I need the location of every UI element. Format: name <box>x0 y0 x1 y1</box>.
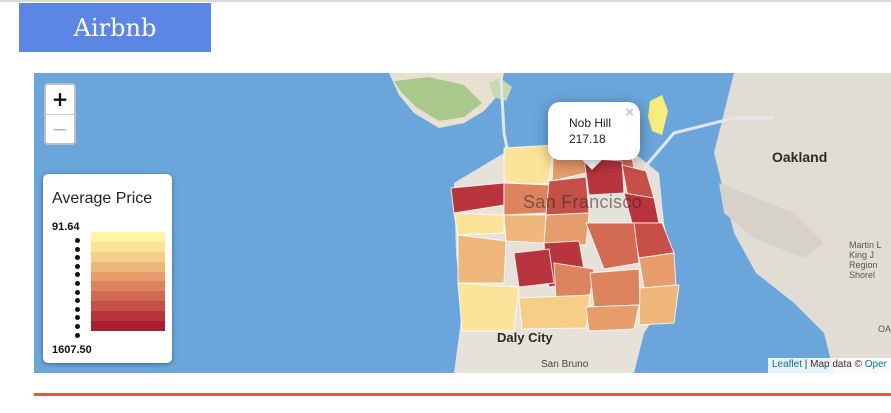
hood-potrero <box>638 252 677 289</box>
hood-presidio <box>503 144 555 186</box>
legend-dot <box>75 263 80 269</box>
map-container[interactable]: + − San Francisco Oakland Daly City San … <box>34 73 891 373</box>
legend-dot <box>75 255 80 261</box>
legend-swatch <box>91 291 165 302</box>
hood-outer-sunset <box>457 282 520 332</box>
label-martin-luther-king-shoreline: Martin L King J Region Shorel <box>849 240 882 280</box>
popup-close-button[interactable]: × <box>625 104 634 121</box>
legend-dot <box>75 246 80 252</box>
attribution-separator: | Map data © <box>801 359 865 370</box>
label-san-francisco: San Francisco <box>523 192 642 212</box>
zoom-control: + − <box>44 83 76 145</box>
zoom-out-button[interactable]: − <box>46 115 74 144</box>
label-oakland: Oakland <box>772 149 828 165</box>
legend-swatch <box>91 241 165 252</box>
bottom-accent-bar <box>34 393 891 396</box>
land-treasure-island <box>648 95 668 135</box>
legend-swatch <box>91 271 165 282</box>
hood-noe <box>553 262 595 300</box>
label-san-bruno: San Bruno <box>541 359 589 370</box>
legend-title: Average Price <box>52 190 153 207</box>
legend-dot <box>75 272 80 278</box>
legend-dot <box>75 289 80 295</box>
leaflet-link[interactable]: Leaflet <box>772 359 802 370</box>
legend-swatch <box>91 251 165 262</box>
legend-dots <box>75 238 81 341</box>
hood-excelsior <box>518 294 591 330</box>
provider-link[interactable]: Oper <box>865 359 887 370</box>
legend-dot <box>75 298 80 304</box>
legend-swatch <box>91 321 165 331</box>
legend-dot <box>75 238 80 243</box>
legend-swatch <box>91 311 165 322</box>
zoom-in-button[interactable]: + <box>46 85 74 115</box>
legend-dot <box>75 306 80 312</box>
hood-bayview <box>638 284 680 326</box>
legend-swatch <box>91 261 165 272</box>
brand-logo[interactable]: Airbnb <box>19 3 211 52</box>
legend-dot <box>75 280 80 286</box>
hood-soma <box>631 222 675 259</box>
hood-haight <box>503 214 547 244</box>
legend-color-scale <box>91 232 165 331</box>
map-attribution: Leaflet | Map data © Oper <box>767 358 891 373</box>
legend-dot <box>75 323 80 329</box>
legend: Average Price 91.64 1607.50 <box>43 174 172 363</box>
legend-swatch <box>91 232 165 242</box>
legend-swatch <box>91 301 165 312</box>
hood-sunset <box>457 234 507 284</box>
top-border <box>0 0 891 2</box>
legend-min-value: 1607.50 <box>52 344 92 356</box>
hood-bernal <box>589 268 641 308</box>
label-oa: OA <box>878 324 891 334</box>
legend-dot <box>75 332 80 338</box>
label-daly-city: Daly City <box>497 330 553 345</box>
hood-western-addition <box>543 212 590 246</box>
hood-visitacion <box>585 304 640 332</box>
legend-max-value: 91.64 <box>52 221 80 233</box>
neighborhood-popup: × Nob Hill 217.18 <box>548 102 640 160</box>
popup-price-value: 217.18 <box>569 132 606 146</box>
hood-outer-richmond <box>453 212 505 236</box>
legend-dot <box>75 315 80 321</box>
hood-twin-peaks <box>513 248 555 288</box>
legend-swatch <box>91 281 165 292</box>
popup-neighborhood-name: Nob Hill <box>569 116 612 130</box>
